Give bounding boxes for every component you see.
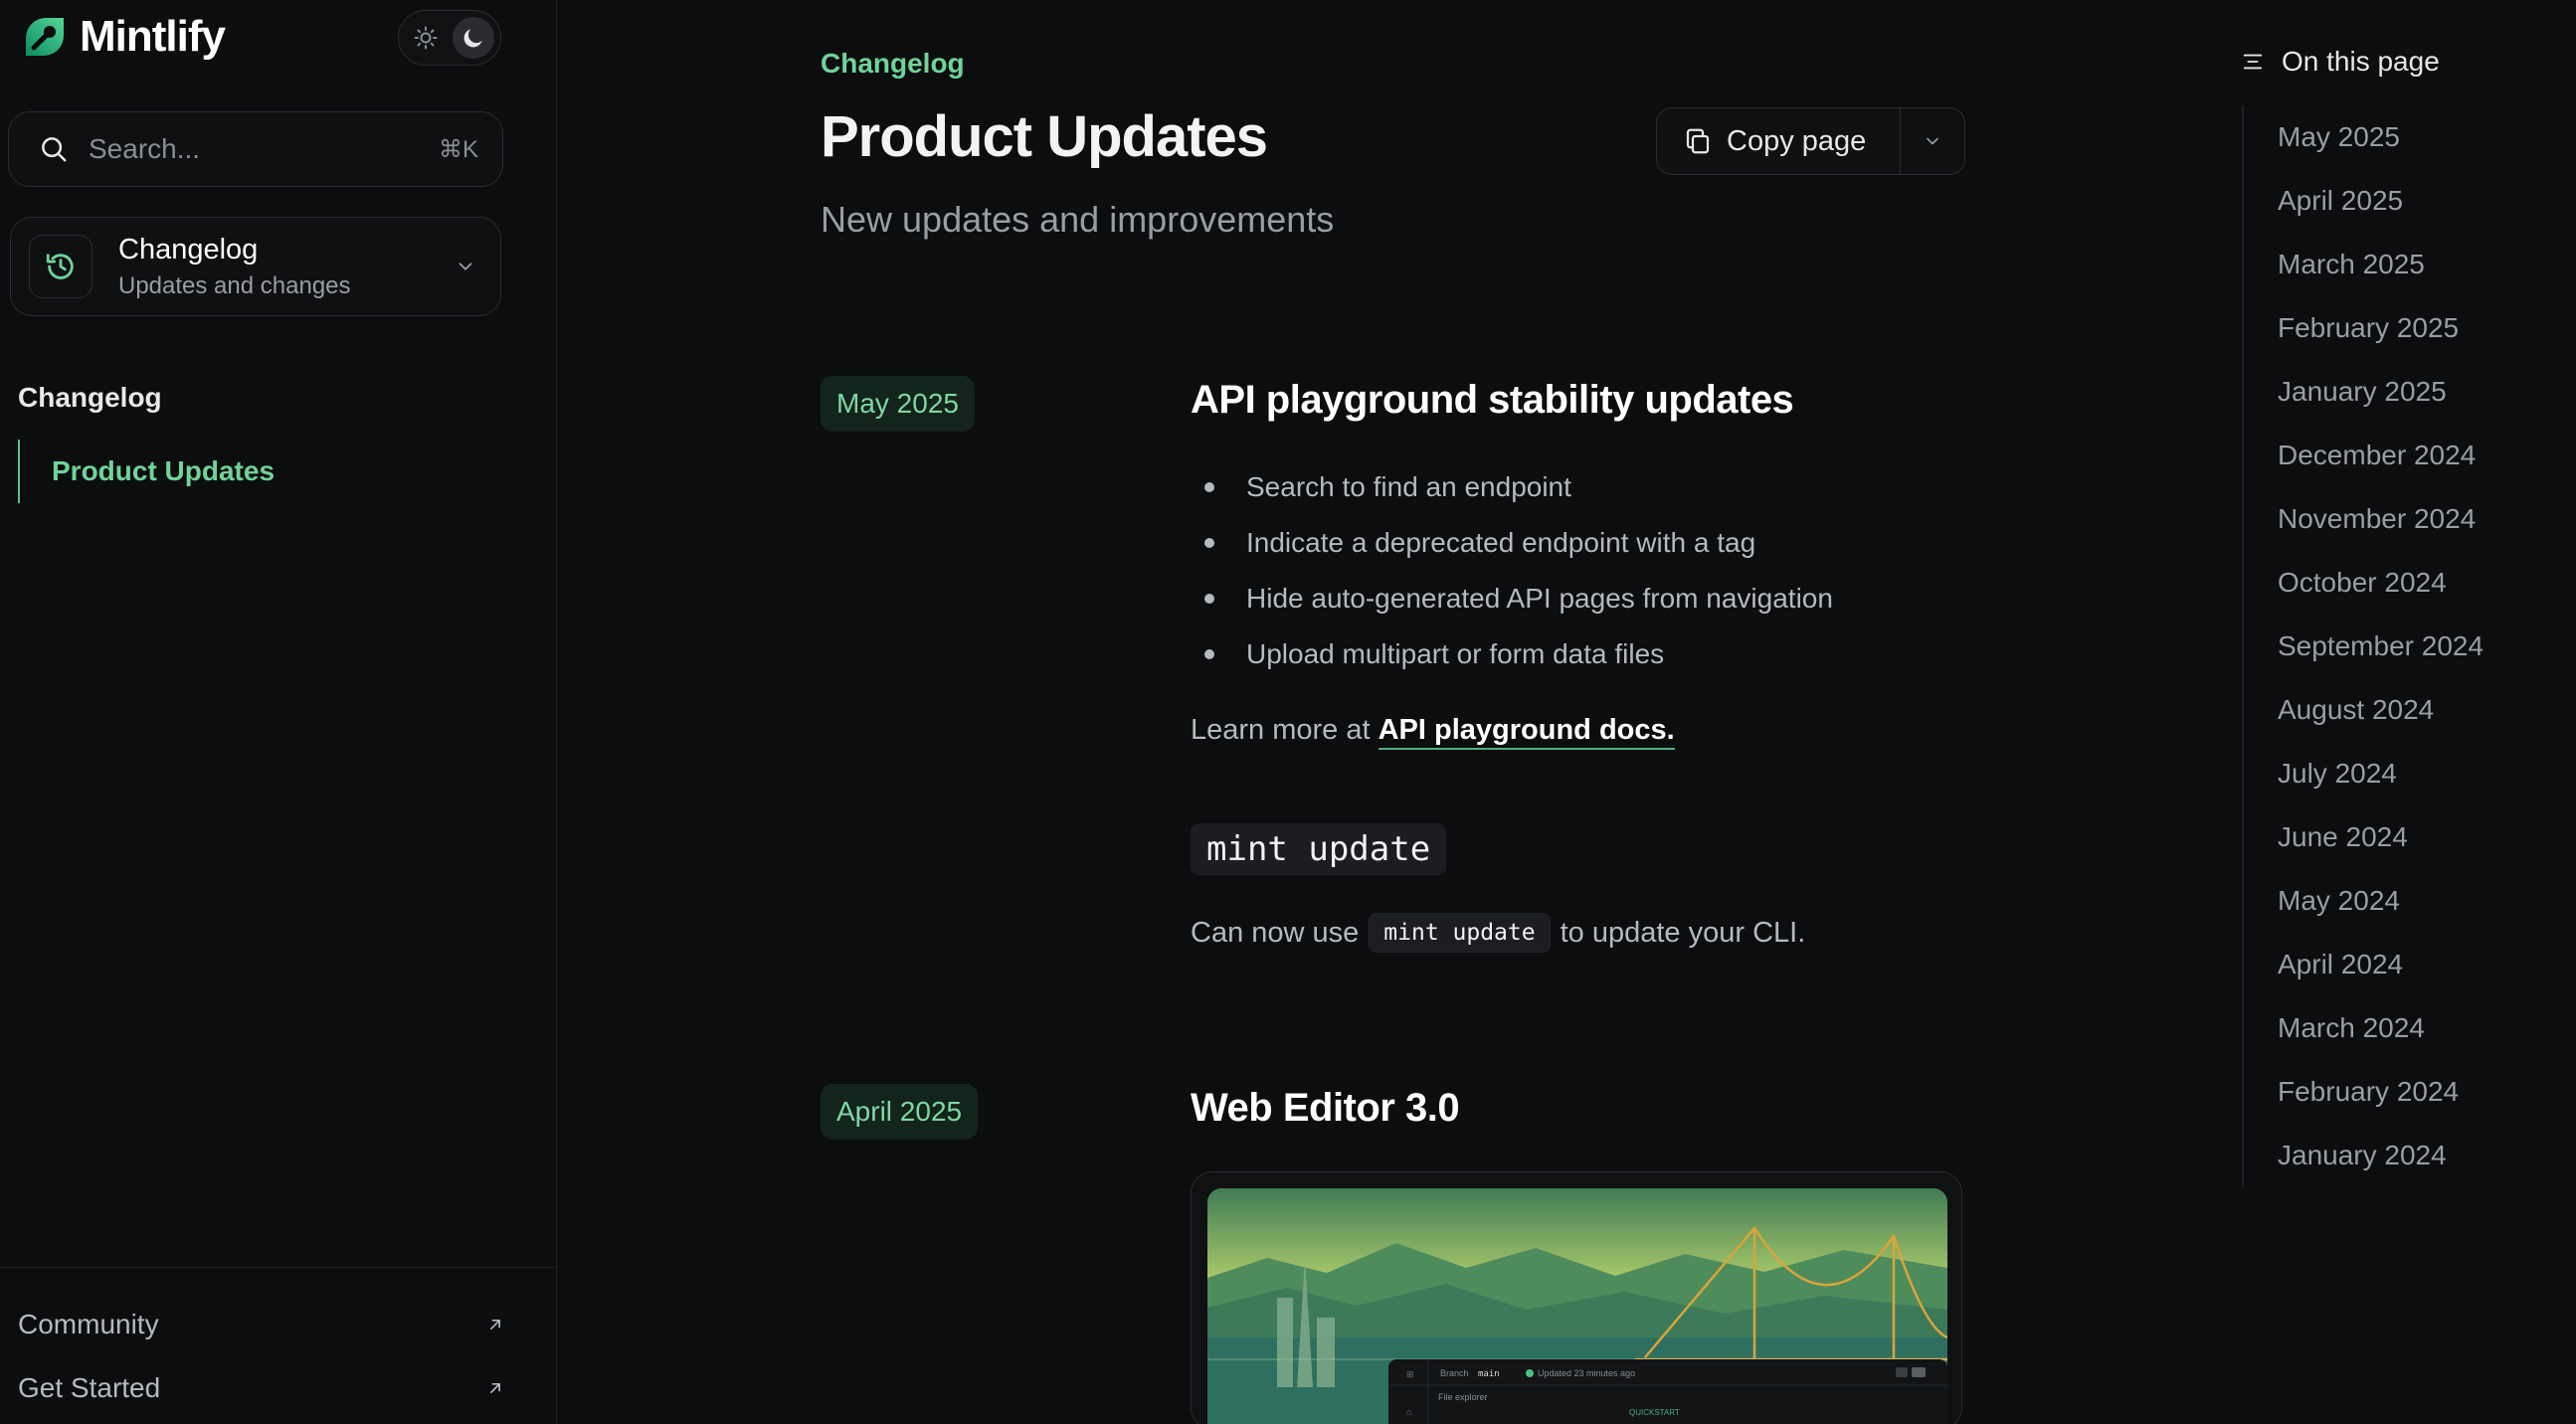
chevron-down-icon <box>459 263 472 270</box>
list-item-text: Hide auto-generated API pages from navig… <box>1246 583 1833 614</box>
toc-item[interactable]: October 2024 <box>2244 551 2560 615</box>
list-item-text: Search to find an endpoint <box>1246 471 1571 502</box>
code-heading: mint update <box>1191 823 1447 875</box>
code-description-after: to update your CLI. <box>1560 916 1806 949</box>
toc-item[interactable]: August 2024 <box>2244 678 2560 742</box>
section-subtitle: Updates and changes <box>118 271 351 299</box>
list-item-text: Indicate a deprecated endpoint with a ta… <box>1246 527 1756 558</box>
section-dropdown[interactable]: Changelog Updates and changes <box>10 217 501 316</box>
app-root: Mintlify Search... ⌘K Changelog Updates … <box>0 0 2576 1424</box>
inline-code: mint update <box>1369 913 1551 953</box>
entry-title: API playground stability updates <box>1191 378 1794 422</box>
toc-list: May 2025 April 2025 March 2025 February … <box>2242 105 2560 1187</box>
section-title: Changelog <box>118 233 259 266</box>
sidebar: Mintlify Search... ⌘K Changelog Updates … <box>0 0 557 1424</box>
footer-link-label: Get Started <box>18 1372 161 1403</box>
footer-link-label: Community <box>18 1309 159 1339</box>
feature-list: Search to find an endpoint Indicate a de… <box>1191 459 1986 682</box>
toc-item[interactable]: November 2024 <box>2244 487 2560 551</box>
mintlify-logo-icon <box>26 18 64 56</box>
external-arrow-icon <box>490 1320 500 1330</box>
preview-updated: Updated 23 minutes ago <box>1538 1368 1635 1378</box>
list-item: Search to find an endpoint <box>1191 459 1986 515</box>
list-item: Indicate a deprecated endpoint with a ta… <box>1191 515 1986 571</box>
bullet-dot <box>1204 649 1214 659</box>
api-playground-docs-link[interactable]: API playground docs. <box>1378 714 1675 750</box>
search-icon <box>42 137 67 162</box>
entry-title: Web Editor 3.0 <box>1191 1086 1460 1130</box>
toc-item[interactable]: January 2024 <box>2244 1124 2560 1187</box>
preview-file-explorer: File explorer <box>1438 1392 1488 1402</box>
learn-more-text: Learn more at API playground docs. <box>1191 714 1675 750</box>
toc-item[interactable]: June 2024 <box>2244 805 2560 869</box>
toc-item[interactable]: July 2024 <box>2244 742 2560 805</box>
web-editor-preview-image: ⊞ Branch main Updated 23 minutes ago Fil… <box>1207 1188 1947 1424</box>
history-icon <box>46 254 74 279</box>
preview-branch-label: Branch <box>1440 1368 1469 1378</box>
search-shortcut: ⌘K <box>438 135 478 163</box>
toc-item[interactable]: September 2024 <box>2244 615 2560 678</box>
brand-logo[interactable]: Mintlify <box>20 8 226 66</box>
nav-group-heading: Changelog <box>18 382 162 413</box>
svg-text:⊞: ⊞ <box>1406 1369 1414 1379</box>
moon-icon <box>463 29 482 48</box>
copy-page-group: Copy page <box>1656 107 1965 175</box>
preview-branch-name: main <box>1478 1369 1500 1379</box>
sun-icon <box>414 26 438 50</box>
toc-item[interactable]: February 2025 <box>2244 296 2560 360</box>
toc-item[interactable]: April 2025 <box>2244 169 2560 233</box>
toc-item[interactable]: December 2024 <box>2244 424 2560 487</box>
toc-item[interactable]: May 2024 <box>2244 869 2560 933</box>
section-icon-box <box>29 235 92 298</box>
date-badge: April 2025 <box>821 1084 979 1140</box>
date-badge: May 2025 <box>821 376 975 432</box>
toc-item[interactable]: March 2024 <box>2244 996 2560 1060</box>
footer-link-get-started[interactable]: Get Started <box>18 1363 505 1413</box>
bullet-dot <box>1204 594 1214 604</box>
nav-item-product-updates[interactable]: Product Updates <box>18 440 436 503</box>
page-eyebrow[interactable]: Changelog <box>821 48 965 80</box>
theme-toggle[interactable] <box>398 10 501 66</box>
svg-text:⌂: ⌂ <box>1406 1407 1412 1418</box>
copy-page-label: Copy page <box>1727 124 1867 157</box>
web-editor-preview-frame: ⊞ Branch main Updated 23 minutes ago Fil… <box>1191 1171 1962 1424</box>
toc-item[interactable]: May 2025 <box>2244 105 2560 169</box>
dark-mode-button[interactable] <box>453 17 494 59</box>
toc-heading: On this page <box>2242 46 2440 78</box>
code-description-before: Can now use <box>1191 916 1360 949</box>
toc-item[interactable]: March 2025 <box>2244 233 2560 296</box>
light-mode-button[interactable] <box>405 17 447 59</box>
page-subtitle: New updates and improvements <box>821 199 1335 240</box>
preview-quickstart: QUICKSTART <box>1629 1408 1680 1417</box>
list-item: Hide auto-generated API pages from navig… <box>1191 571 1986 626</box>
brand-name: Mintlify <box>80 12 226 61</box>
toc-heading-label: On this page <box>2282 46 2440 77</box>
landscape-illustration: ⊞ Branch main Updated 23 minutes ago Fil… <box>1207 1188 1947 1424</box>
code-description: Can now use mint update to update your C… <box>1191 913 1805 953</box>
toc-item[interactable]: January 2025 <box>2244 360 2560 424</box>
toc-item[interactable]: February 2024 <box>2244 1060 2560 1124</box>
external-arrow-icon <box>490 1383 500 1393</box>
list-item: Upload multipart or form data files <box>1191 626 1986 682</box>
bullet-dot <box>1204 538 1214 548</box>
toc-item[interactable]: April 2024 <box>2244 933 2560 996</box>
bullet-dot <box>1204 482 1214 492</box>
learn-more-prefix: Learn more at <box>1191 714 1371 746</box>
sidebar-footer: Community Get Started <box>0 1267 557 1424</box>
copy-page-button[interactable]: Copy page <box>1657 108 1901 174</box>
search-placeholder: Search... <box>89 133 201 164</box>
list-icon <box>2243 54 2263 70</box>
footer-link-community[interactable]: Community <box>18 1300 505 1349</box>
copy-icon <box>1686 128 1710 154</box>
chevron-down-icon <box>1927 137 1938 145</box>
search-bar[interactable]: Search... ⌘K <box>8 111 503 187</box>
section-texts: Changelog Updates and changes <box>118 234 455 300</box>
page-title: Product Updates <box>821 104 1268 169</box>
list-item-text: Upload multipart or form data files <box>1246 638 1665 669</box>
copy-options-dropdown[interactable] <box>1901 108 1964 174</box>
